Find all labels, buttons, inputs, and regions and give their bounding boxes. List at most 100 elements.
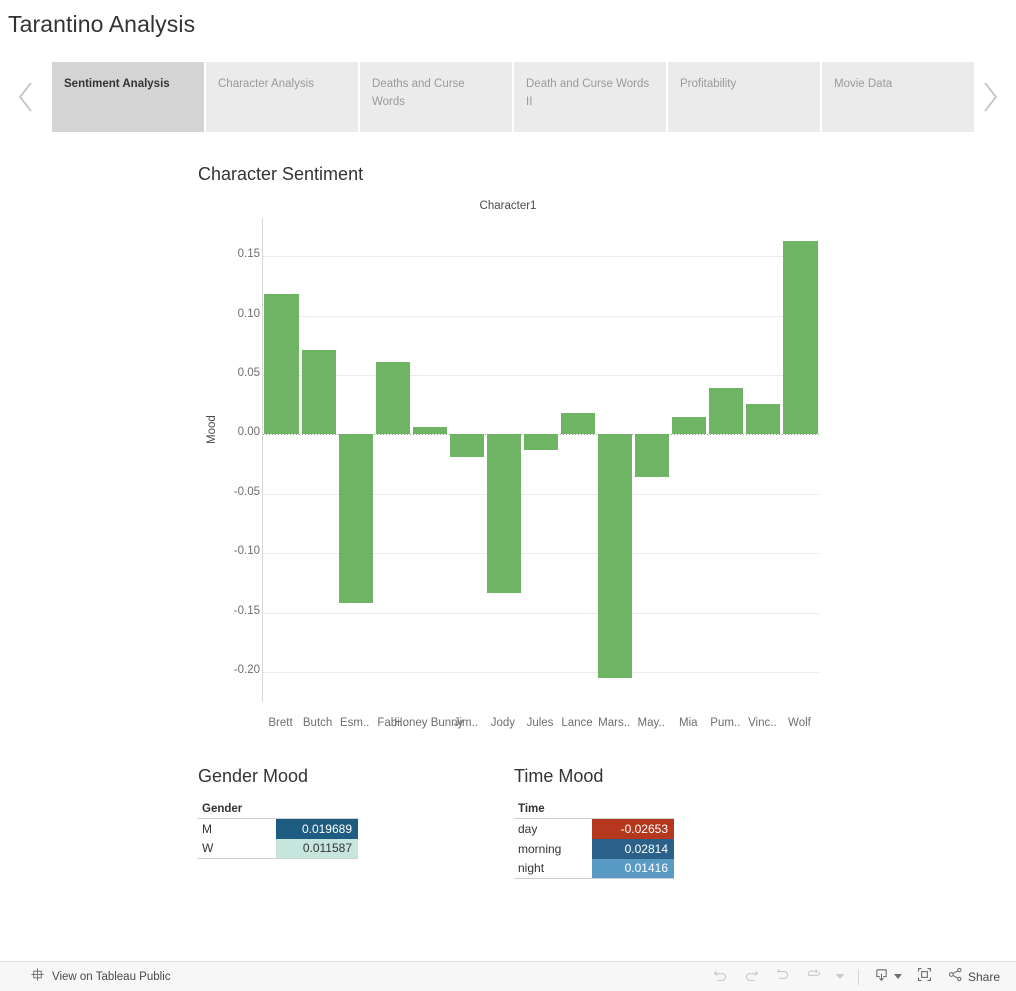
tab-profitability[interactable]: Profitability [668,62,820,132]
time-mood-title: Time Mood [514,766,604,786]
tab-prev-arrow[interactable] [0,62,52,132]
tab-movie-data[interactable]: Movie Data [822,62,974,132]
tab-next-arrow[interactable] [964,62,1016,132]
refresh-button[interactable] [805,966,822,988]
row-key: night [514,858,592,879]
chevron-left-icon [16,80,36,114]
y-tick-label: -0.20 [233,664,260,677]
row-key: M [202,821,212,836]
table-row: M 0.019689 [198,818,358,839]
y-tick-label: 0.00 [237,426,260,439]
column-header-value [592,803,674,819]
x-tick-label: Wolf [788,717,811,729]
gridline [263,374,819,376]
chart-bar[interactable] [635,434,670,478]
chart-bar[interactable] [746,403,781,435]
tab-strip: Sentiment Analysis Character Analysis De… [0,62,1016,132]
row-key: day [518,821,538,836]
redo-button[interactable] [743,966,760,988]
character-sentiment-chart: Character1 Mood 0.15 0.10 0.05 0.00 -0.05 -0.… [198,196,838,756]
row-key: morning [518,841,562,856]
tab-label: Sentiment Analysis [64,78,170,90]
chart-column-header: Character1 [479,200,537,212]
row-value[interactable]: 0.011587 [276,838,358,859]
undo-button[interactable] [712,966,729,988]
table-header-row: Time [514,803,674,819]
column-header-value [276,803,358,819]
row-key: W [198,838,276,859]
bottom-toolbar: View on Tableau Public Share [0,961,1016,991]
redo-icon [743,966,760,988]
share-label: Share [967,969,1000,984]
undo-icon [712,966,729,988]
gridline [263,256,819,258]
table-row: morning 0.02814 [514,838,674,859]
y-tick-label: -0.10 [233,545,260,558]
chevron-right-icon [980,80,1000,114]
tableau-logo-icon [30,967,45,987]
time-mood-panel: Time Mood Time day -0.02653 morning 0.02814… [514,766,674,879]
chart-bar[interactable] [709,388,744,435]
y-tick-label: 0.15 [237,248,260,261]
caret-down-icon [893,974,902,979]
gridline [263,672,819,674]
y-tick-label: 0.05 [237,366,260,379]
row-value[interactable]: 0.019689 [276,818,358,839]
refresh-dropdown-button[interactable] [835,974,844,979]
gender-mood-title: Gender Mood [198,766,309,786]
y-axis-tick-labels: 0.15 0.10 0.05 0.00 -0.05 -0.10 -0.15 -0.20 [198,196,260,696]
chart-bar[interactable] [375,361,410,435]
table-row: day -0.02653 [514,818,674,839]
table-row: W 0.011587 [198,838,358,859]
tab-label: Death and Curse Words II [526,78,650,108]
view-on-tableau-public-button[interactable]: View on Tableau Public [30,967,171,987]
tab-sentiment-analysis[interactable]: Sentiment Analysis [52,62,204,132]
tab-character-analysis[interactable]: Character Analysis [206,62,358,132]
character-sentiment-title: Character Sentiment [198,164,364,184]
chart-bar[interactable] [783,240,818,435]
chart-bar[interactable] [523,434,559,450]
chart-bar[interactable] [338,434,373,604]
chart-bar[interactable] [598,434,633,679]
chart-bar[interactable] [264,294,299,435]
gridline [263,315,819,317]
toolbar-actions: Share [712,966,1000,988]
gridline [263,612,819,614]
table-header-row: Gender [198,803,358,819]
chart-bar[interactable] [412,427,447,435]
share-button[interactable]: Share [947,966,1000,988]
caret-down-icon [835,974,844,979]
dashboard-page: Tarantino Analysis Sentiment Analysis Ch… [0,0,1016,991]
chart-bar[interactable] [486,434,521,593]
row-value[interactable]: 0.02814 [592,838,674,859]
row-value[interactable]: 0.01416 [592,858,674,879]
toolbar-divider [857,968,859,985]
tab-label: Profitability [680,78,737,90]
y-tick-label: -0.05 [233,485,260,498]
page-title: Tarantino Analysis [8,11,196,37]
fullscreen-icon [916,966,933,988]
revert-icon [774,966,791,988]
download-icon [873,966,890,988]
tab-deaths-and-curse-words[interactable]: Deaths and Curse Words [360,62,512,132]
chart-bar[interactable] [449,434,484,458]
chart-plot-area [262,218,819,702]
chart-bar[interactable] [301,350,336,435]
download-button[interactable] [873,966,902,988]
chart-bar[interactable] [672,416,707,435]
revert-button[interactable] [774,966,791,988]
fullscreen-button[interactable] [916,966,933,988]
gender-mood-panel: Gender Mood Gender M 0.019689 W 0.011587 [198,766,358,859]
row-value[interactable]: -0.02653 [592,818,674,839]
share-icon [947,966,964,988]
tab-death-and-curse-words-ii[interactable]: Death and Curse Words II [514,62,666,132]
x-axis-tick-labels: Brett Butch Esm.. Fabi.. Honey Bunny Jim.. Jod… [262,714,818,760]
view-on-tableau-public-label: View on Tableau Public [52,970,171,983]
gender-mood-table: Gender M 0.019689 W 0.011587 [198,803,358,859]
tab-label: Character Analysis [218,78,314,90]
table-row: night 0.01416 [514,858,674,879]
tab-label: Movie Data [834,78,893,90]
y-tick-label: 0.10 [237,307,260,320]
tab-label: Deaths and Curse Words [372,78,465,108]
chart-bar[interactable] [561,413,596,435]
